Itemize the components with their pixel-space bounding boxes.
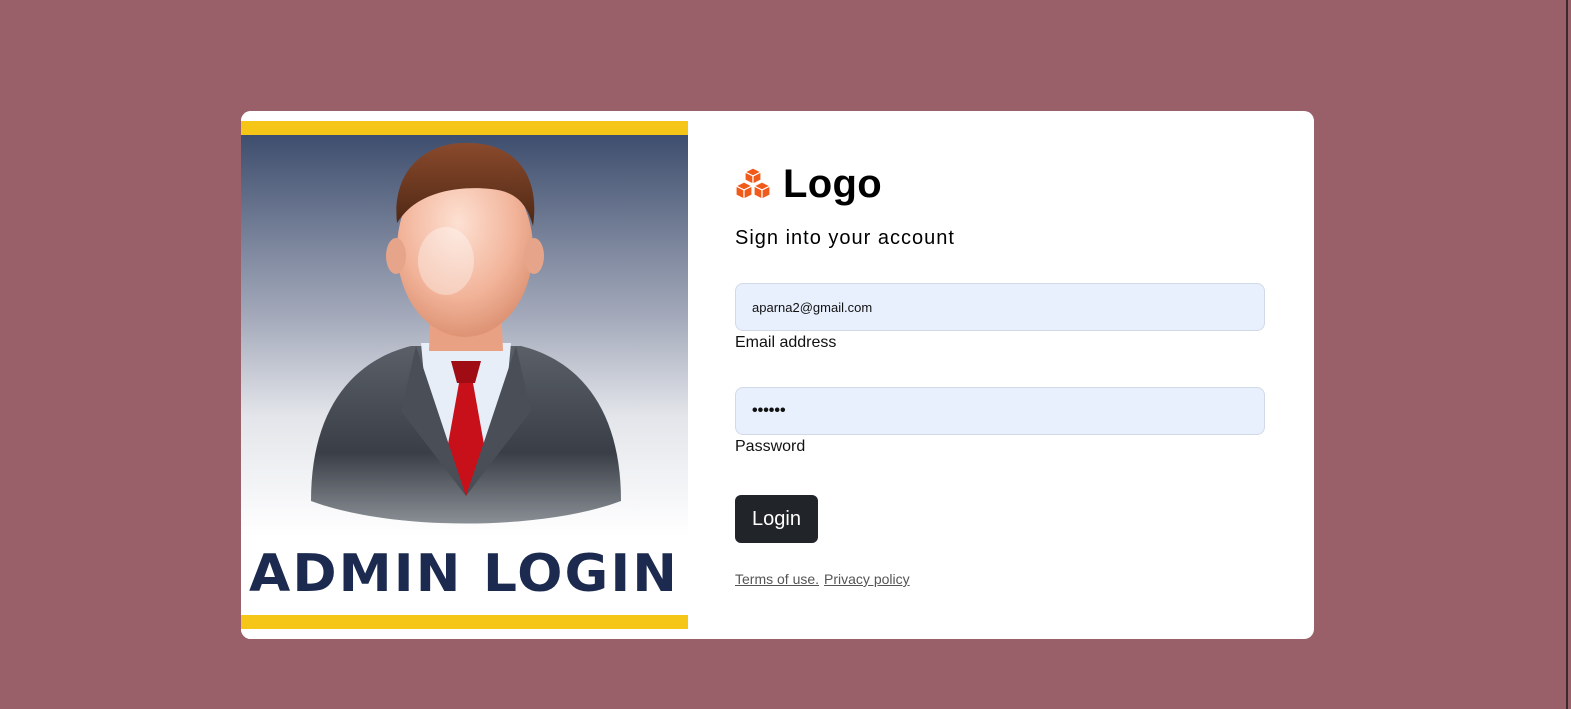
brand: Logo <box>735 161 882 207</box>
email-input[interactable]: aparna2@gmail.com <box>735 283 1265 331</box>
cubes-icon <box>735 167 771 200</box>
login-form: Logo Sign into your account aparna2@gmai… <box>735 111 1275 639</box>
admin-login-image: ADMIN LOGIN <box>241 111 688 639</box>
login-page: ADMIN LOGIN Logo Sign into your account … <box>0 0 1571 709</box>
window-edge <box>1566 0 1568 709</box>
email-label: Email address <box>735 334 837 351</box>
login-button[interactable]: Login <box>735 495 818 543</box>
admin-login-image-text: ADMIN LOGIN <box>249 544 679 604</box>
brand-name: Logo <box>783 161 882 206</box>
password-input-value: •••••• <box>752 402 786 419</box>
form-subtitle: Sign into your account <box>735 227 955 249</box>
footer-links: Terms of use. Privacy policy <box>735 571 910 587</box>
privacy-link[interactable]: Privacy policy <box>824 571 910 587</box>
terms-link[interactable]: Terms of use. <box>735 571 819 587</box>
email-input-value: aparna2@gmail.com <box>752 299 873 315</box>
password-input[interactable]: •••••• <box>735 387 1265 435</box>
login-card: ADMIN LOGIN Logo Sign into your account … <box>241 111 1314 639</box>
password-label: Password <box>735 438 806 455</box>
